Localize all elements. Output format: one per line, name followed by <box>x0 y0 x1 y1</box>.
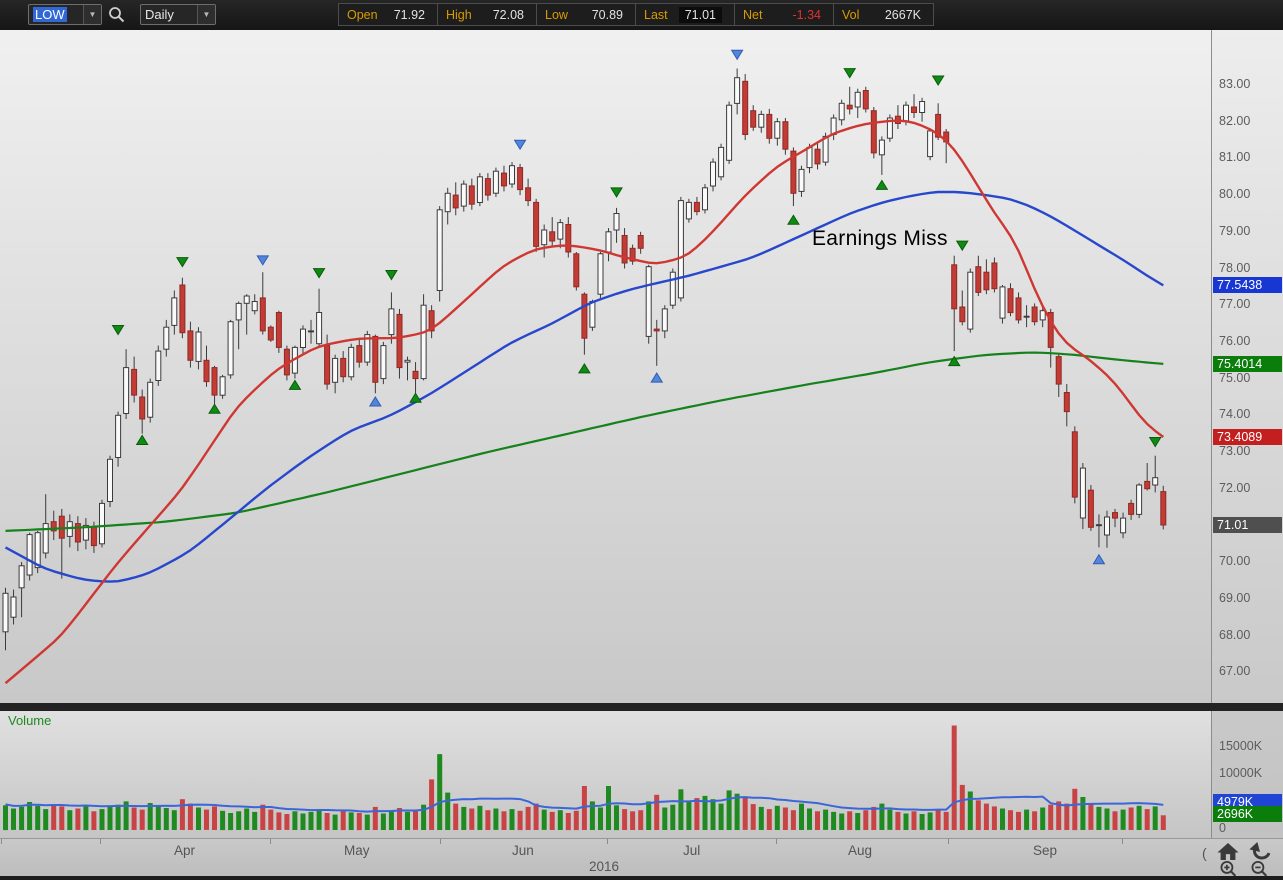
quote-label: Open <box>347 7 378 22</box>
symbol-dropdown-button[interactable]: ▼ <box>83 5 101 24</box>
price-tick-label: 82.00 <box>1219 113 1251 128</box>
chevron-down-icon: ▼ <box>88 10 97 19</box>
date-tick <box>270 839 271 844</box>
quote-label: High <box>446 7 472 22</box>
date-tick <box>100 839 101 844</box>
date-axis[interactable]: ( Apr May Jun Jul Aug Sep 2016 <box>0 838 1283 877</box>
date-tick <box>440 839 441 844</box>
quote-high: High 72.08 <box>438 4 537 25</box>
period-value: Daily <box>145 7 174 22</box>
period-select[interactable]: Daily ▼ <box>140 4 216 25</box>
price-tick-label: 80.00 <box>1219 187 1251 202</box>
date-tick <box>607 839 608 844</box>
volume-pane-title: Volume <box>8 713 52 728</box>
quote-bar: Open 71.92 High 72.08 Low 70.89 Last 71.01 Net -1… <box>338 3 934 26</box>
price-tick-label: 68.00 <box>1219 627 1251 642</box>
month-label-may: May <box>344 843 370 858</box>
quote-net: Net -1.34 <box>735 4 834 25</box>
month-label-jul: Jul <box>683 843 701 858</box>
price-badge: 73.4089 <box>1213 428 1282 445</box>
bottom-bar <box>0 876 1283 880</box>
date-tick <box>948 839 949 844</box>
year-label: 2016 <box>589 859 620 874</box>
quote-value: 72.08 <box>492 7 524 22</box>
date-tick <box>776 839 777 844</box>
quote-value: 71.92 <box>393 7 425 22</box>
volume-tick-label: 15000K <box>1219 738 1263 753</box>
earnings-miss-annotation[interactable]: Earnings Miss <box>812 227 948 251</box>
quote-value: 2667K <box>884 7 921 22</box>
quote-value: 71.01 <box>678 6 722 23</box>
quote-vol: Vol 2667K <box>834 4 933 25</box>
symbol-input[interactable]: LOW ▼ <box>28 4 102 25</box>
price-tick-label: 79.00 <box>1219 223 1251 238</box>
price-badge: 75.4014 <box>1213 355 1282 372</box>
volume-tick-label: 10000K <box>1219 766 1263 780</box>
pane-separator[interactable] <box>0 703 1283 711</box>
price-tick-label: 83.00 <box>1219 77 1251 91</box>
price-axis[interactable]: 83.00 82.00 81.00 80.00 79.00 78.00 77.00 76.00… <box>1211 30 1283 838</box>
price-tick-label: 77.00 <box>1219 297 1251 312</box>
month-label-apr: Apr <box>174 843 196 858</box>
price-tick-label: 70.00 <box>1219 554 1251 569</box>
quote-label: Last <box>644 7 668 22</box>
month-label-jun: Jun <box>512 843 534 858</box>
price-tick-label: 73.00 <box>1219 444 1251 458</box>
price-badge: 71.01 <box>1213 517 1282 534</box>
price-tick-label: 69.00 <box>1219 590 1251 605</box>
price-badge: 77.5438 <box>1213 277 1282 294</box>
undo-icon[interactable] <box>1249 842 1271 861</box>
quote-low: Low 70.89 <box>537 4 636 25</box>
price-tick-label: 75.00 <box>1219 370 1251 385</box>
price-tick-label: 72.00 <box>1219 480 1251 495</box>
price-tick-label: 74.00 <box>1219 407 1251 422</box>
quote-open: Open 71.92 <box>339 4 438 25</box>
quote-label: Net <box>743 7 763 22</box>
search-icon[interactable] <box>108 6 126 24</box>
date-tick <box>1122 839 1123 844</box>
date-tick <box>1 839 2 844</box>
quote-label: Vol <box>842 7 860 22</box>
price-tick-label: 67.00 <box>1219 664 1251 679</box>
symbol-text: LOW <box>29 5 83 24</box>
paren-glyph: ( <box>1202 845 1207 861</box>
month-label-sep: Sep <box>1033 843 1058 858</box>
home-icon[interactable] <box>1216 842 1240 861</box>
top-toolbar: LOW ▼ Daily ▼ Open 71.92 High 72.08 Low 70.89… <box>0 0 1283 30</box>
price-tick-label: 81.00 <box>1219 150 1251 165</box>
volume-badge: 2696K <box>1213 806 1282 823</box>
quote-value: 70.89 <box>591 7 623 22</box>
quote-last: Last 71.01 <box>636 4 735 25</box>
symbol-value: LOW <box>33 7 67 22</box>
price-tick-label: 76.00 <box>1219 333 1251 348</box>
price-tick-label: 78.00 <box>1219 260 1251 275</box>
quote-value: -1.34 <box>792 7 822 22</box>
volume-tick-label: 0 <box>1219 821 1226 835</box>
quote-label: Low <box>545 7 568 22</box>
chevron-down-icon: ▼ <box>202 10 211 19</box>
period-dropdown-button[interactable]: ▼ <box>197 5 215 24</box>
price-chart-canvas[interactable] <box>0 0 1283 880</box>
month-label-aug: Aug <box>848 843 873 858</box>
